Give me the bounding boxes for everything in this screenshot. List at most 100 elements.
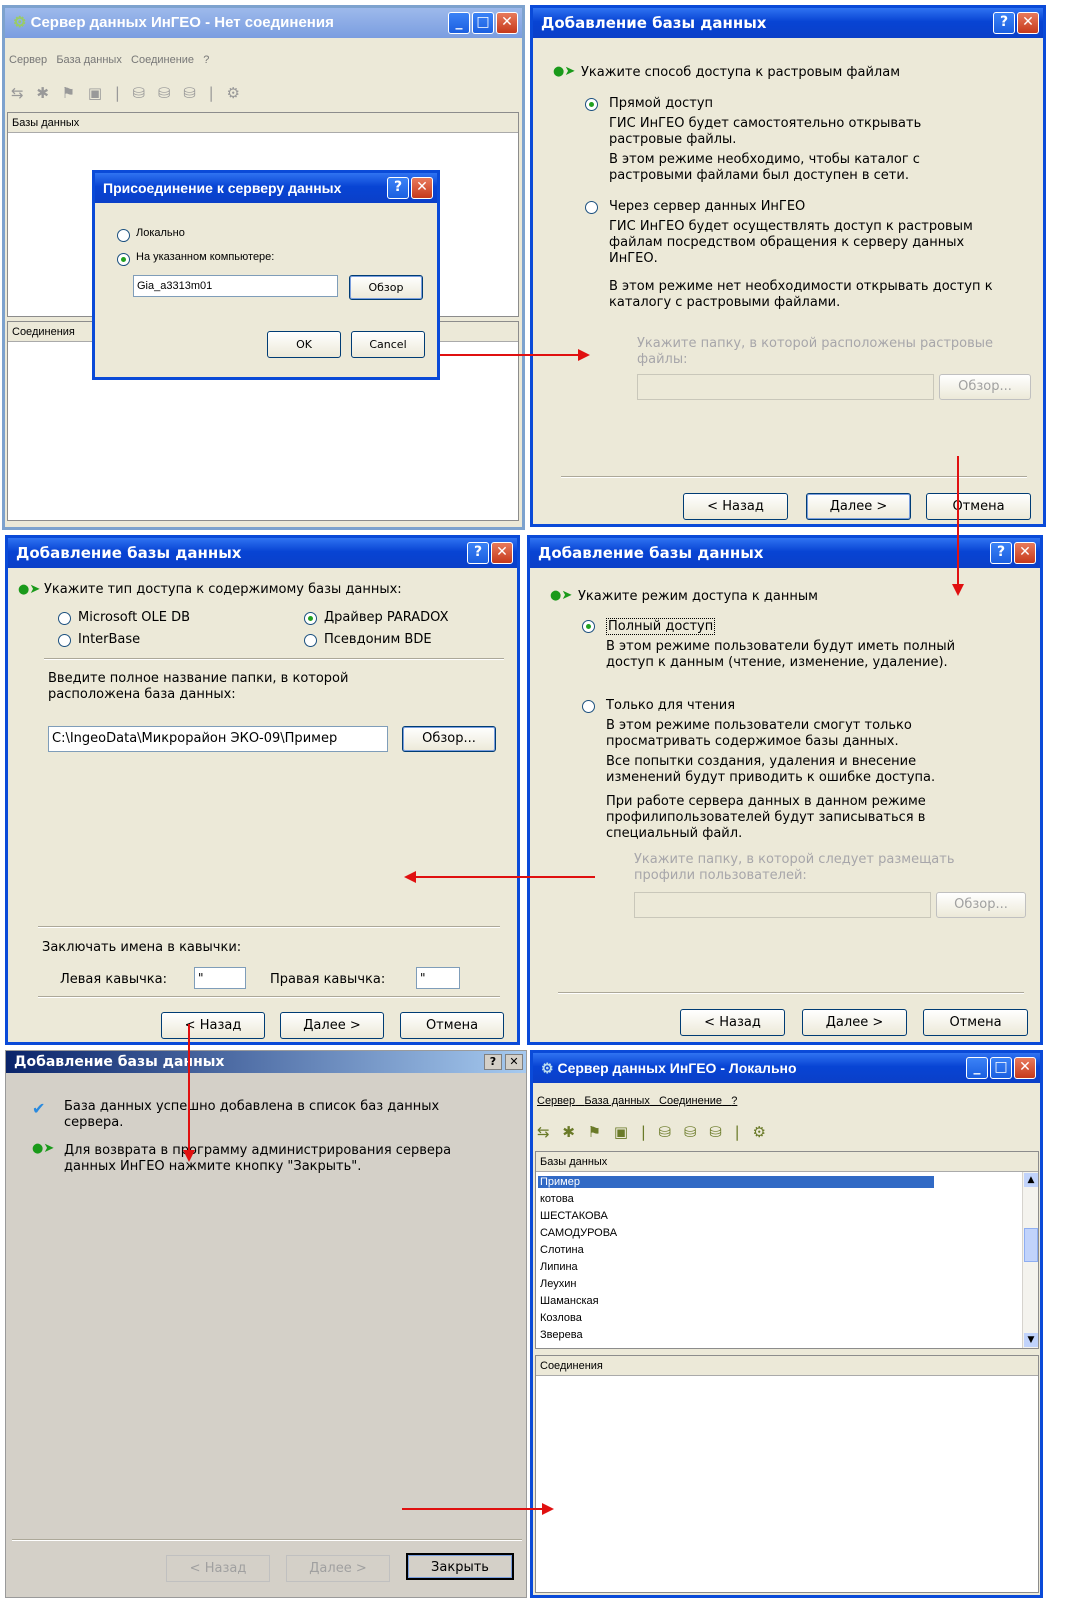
- right-quote-input[interactable]: ": [416, 967, 460, 989]
- list-item[interactable]: ШЕСТАКОВА: [540, 1210, 608, 1222]
- cancel-button[interactable]: Отмена: [926, 493, 1031, 520]
- menu-help[interactable]: ?: [203, 54, 209, 66]
- close-button[interactable]: ✕: [491, 542, 513, 564]
- help-button[interactable]: ?: [993, 12, 1015, 34]
- radio-local[interactable]: [117, 229, 130, 242]
- window-title: Добавление базы данных: [16, 544, 242, 562]
- close-button[interactable]: ✕: [1014, 1057, 1036, 1079]
- back-button[interactable]: < Назад: [683, 493, 788, 520]
- radio-via-server[interactable]: [585, 201, 598, 214]
- menu-connection[interactable]: Соединение: [131, 54, 194, 66]
- radio-bde-label: Псевдоним BDE: [324, 632, 432, 647]
- list-item[interactable]: Слотина: [540, 1244, 584, 1256]
- window-title: Добавление базы данных: [14, 1054, 225, 1070]
- scroll-down-icon[interactable]: ▼: [1024, 1333, 1038, 1347]
- flow-arrow-2: [957, 456, 959, 586]
- list-item[interactable]: Шаманская: [540, 1295, 599, 1307]
- back-button[interactable]: < Назад: [680, 1009, 785, 1036]
- left-quote-label: Левая кавычка:: [60, 972, 167, 987]
- close-button[interactable]: ✕: [1017, 12, 1039, 34]
- minimize-button[interactable]: _: [966, 1057, 988, 1079]
- radio-read-only[interactable]: [582, 700, 595, 713]
- desc-line: каталогу с растровыми файлами.: [609, 295, 841, 310]
- radio-remote-label: На указанном компьютере:: [136, 251, 275, 263]
- help-button[interactable]: ?: [484, 1054, 502, 1070]
- help-button[interactable]: ?: [387, 177, 409, 199]
- title-bar: ⚙ Сервер данных ИнГЕО - Локально: [533, 1053, 1040, 1083]
- menu-database[interactable]: База данных: [584, 1095, 650, 1107]
- list-item[interactable]: Липина: [540, 1261, 578, 1273]
- help-button[interactable]: ?: [990, 542, 1012, 564]
- close-button[interactable]: ✕: [505, 1054, 523, 1070]
- radio-interbase[interactable]: [58, 634, 71, 647]
- menu-help[interactable]: ?: [731, 1095, 737, 1107]
- folder-label: Укажите папку, в которой следует размеща…: [634, 852, 955, 867]
- divider: [558, 992, 1024, 994]
- db-path-input[interactable]: C:\IngeoData\Микрорайон ЭКО-09\Пример: [48, 726, 388, 752]
- profiles-folder-input[interactable]: [634, 892, 931, 918]
- databases-header: Базы данных: [536, 1152, 1038, 1172]
- radio-full-access[interactable]: [582, 620, 595, 633]
- toolbar: ⇆ ✱ ⚑ ▣ | ⛁ ⛁ ⛁ | ⚙: [11, 84, 244, 102]
- list-item[interactable]: Козлова: [540, 1312, 582, 1324]
- list-item[interactable]: САМОДУРОВА: [540, 1227, 617, 1239]
- radio-full-access-label: Полный доступ: [606, 618, 716, 635]
- arrow-icon: ●➤: [550, 588, 573, 603]
- menu-server[interactable]: Сервер: [9, 54, 47, 66]
- list-item[interactable]: Пример: [538, 1176, 934, 1188]
- radio-oledb[interactable]: [58, 612, 71, 625]
- menu-server[interactable]: Сервер: [537, 1095, 575, 1107]
- close-button[interactable]: ✕: [411, 177, 433, 199]
- list-item[interactable]: котова: [540, 1193, 574, 1205]
- maximize-button[interactable]: □: [990, 1057, 1012, 1079]
- next-button[interactable]: Далее >: [806, 493, 911, 520]
- browse-button[interactable]: Обзор: [349, 275, 423, 300]
- help-button[interactable]: ?: [467, 542, 489, 564]
- radio-paradox-label: Драйвер PARADOX: [324, 610, 449, 625]
- back-button[interactable]: < Назад: [161, 1012, 265, 1039]
- left-quote-input[interactable]: ": [194, 967, 246, 989]
- window-title: Сервер данных ИнГЕО - Локально: [557, 1060, 797, 1076]
- maximize-button[interactable]: □: [472, 12, 494, 34]
- vertical-scrollbar[interactable]: ▲ ▼: [1022, 1172, 1038, 1348]
- list-item[interactable]: Леухин: [540, 1278, 576, 1290]
- cancel-button[interactable]: Отмена: [400, 1012, 504, 1039]
- connect-dialog: Присоединение к серверу данных ? ✕ Локал…: [92, 170, 440, 380]
- menu-connection[interactable]: Соединение: [659, 1095, 722, 1107]
- computer-name-input[interactable]: Gia_a3313m01: [133, 275, 338, 297]
- desc-line: При работе сервера данных в данном режим…: [606, 794, 926, 809]
- radio-paradox[interactable]: [304, 612, 317, 625]
- ok-button[interactable]: OK: [267, 331, 341, 358]
- cancel-button[interactable]: Cancel: [351, 331, 425, 358]
- wizard-complete: Добавление базы данных ? ✕ ✔ База данных…: [5, 1050, 527, 1598]
- close-wizard-button[interactable]: Закрыть: [406, 1553, 514, 1580]
- title-bar: Добавление базы данных: [533, 8, 1043, 38]
- desc-line: растровыми файлами был доступен в сети.: [609, 168, 909, 183]
- radio-bde[interactable]: [304, 634, 317, 647]
- next-button[interactable]: Далее >: [280, 1012, 384, 1039]
- list-item[interactable]: Зверева: [540, 1329, 583, 1341]
- scroll-up-icon[interactable]: ▲: [1024, 1173, 1038, 1187]
- close-button[interactable]: ✕: [496, 12, 518, 34]
- radio-remote[interactable]: [117, 253, 130, 266]
- cancel-button[interactable]: Отмена: [923, 1009, 1028, 1036]
- minimize-button[interactable]: _: [448, 12, 470, 34]
- menu-database[interactable]: База данных: [56, 54, 122, 66]
- desc-line: растровые файлы.: [609, 132, 737, 147]
- success-message: База данных успешно добавлена в список б…: [64, 1099, 440, 1114]
- flow-arrow-3: [415, 876, 595, 878]
- browse-button[interactable]: Обзор...: [939, 374, 1031, 400]
- raster-folder-input[interactable]: [637, 374, 934, 400]
- next-button[interactable]: Далее >: [286, 1555, 390, 1582]
- window-title: Добавление базы данных: [538, 544, 764, 562]
- browse-button[interactable]: Обзор...: [402, 726, 496, 752]
- back-button[interactable]: < Назад: [166, 1555, 270, 1582]
- next-button[interactable]: Далее >: [802, 1009, 907, 1036]
- radio-direct[interactable]: [585, 98, 598, 111]
- arrow-icon: ●➤: [18, 582, 41, 597]
- instruction: Укажите тип доступа к содержимому базы д…: [44, 582, 402, 597]
- close-button[interactable]: ✕: [1014, 542, 1036, 564]
- scroll-thumb[interactable]: [1024, 1228, 1038, 1262]
- divider: [38, 926, 500, 928]
- browse-button[interactable]: Обзор...: [936, 892, 1026, 918]
